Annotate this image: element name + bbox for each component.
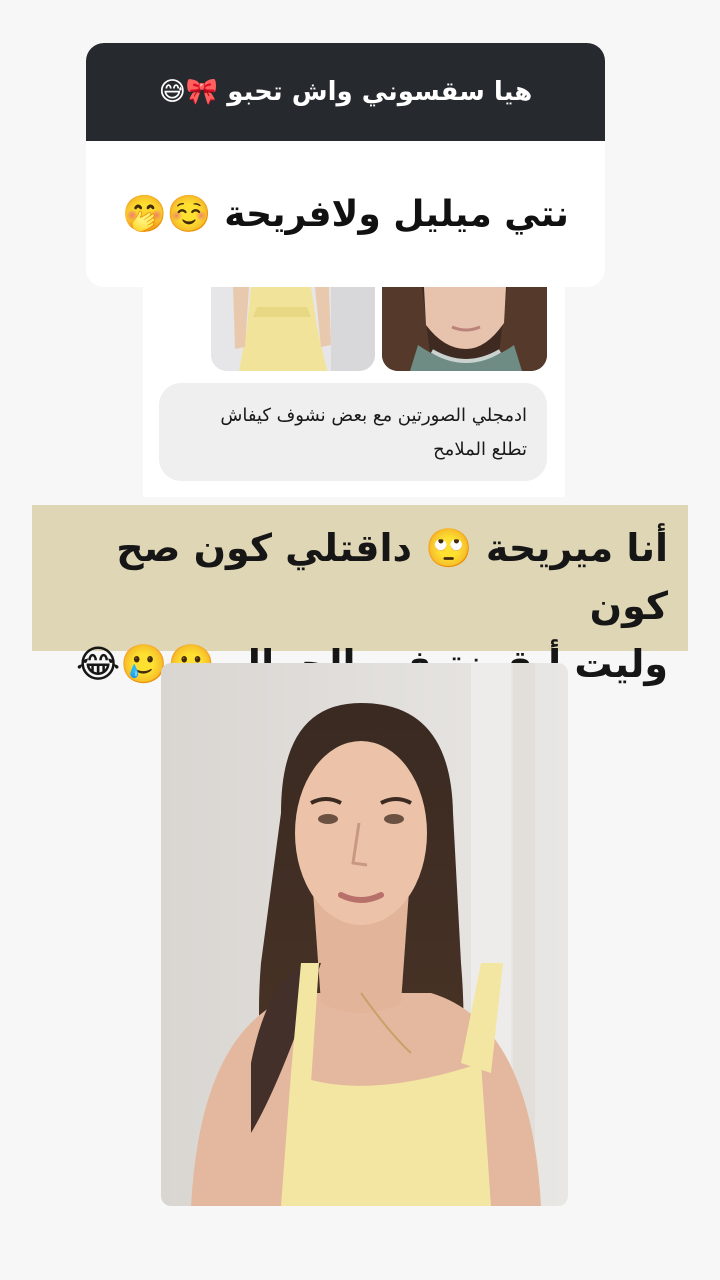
merged-portrait-photo[interactable]: [161, 663, 568, 1206]
answer-area: نتي ميليل ولافريحة ☺️🤭: [86, 141, 605, 287]
face-photo-thumbnail[interactable]: [382, 287, 547, 371]
dress-photo-thumbnail[interactable]: [211, 287, 375, 371]
chat-message-line: تطلع الملامح: [433, 439, 527, 460]
chat-message-line: ادمجلي الصورتين مع بعض نشوف كيفاش: [220, 405, 527, 426]
caption-line: أنا ميريحة 🙄 داقتلي كون صح كون: [116, 526, 668, 628]
answer-text: نتي ميليل ولافريحة ☺️🤭: [122, 194, 569, 235]
question-text: هيا سقسوني واش تحبو 🎀😅: [158, 77, 533, 107]
chat-message-bubble: ادمجلي الصورتين مع بعض نشوف كيفاش تطلع ا…: [159, 383, 547, 481]
question-header: هيا سقسوني واش تحبو 🎀😅: [86, 43, 605, 141]
chat-screenshot: ادمجلي الصورتين مع بعض نشوف كيفاش تطلع ا…: [143, 287, 565, 497]
caption-banner: أنا ميريحة 🙄 داقتلي كون صح كون وليت أيقو…: [32, 505, 688, 686]
question-sticker[interactable]: هيا سقسوني واش تحبو 🎀😅 نتي ميليل ولافريح…: [86, 43, 605, 287]
